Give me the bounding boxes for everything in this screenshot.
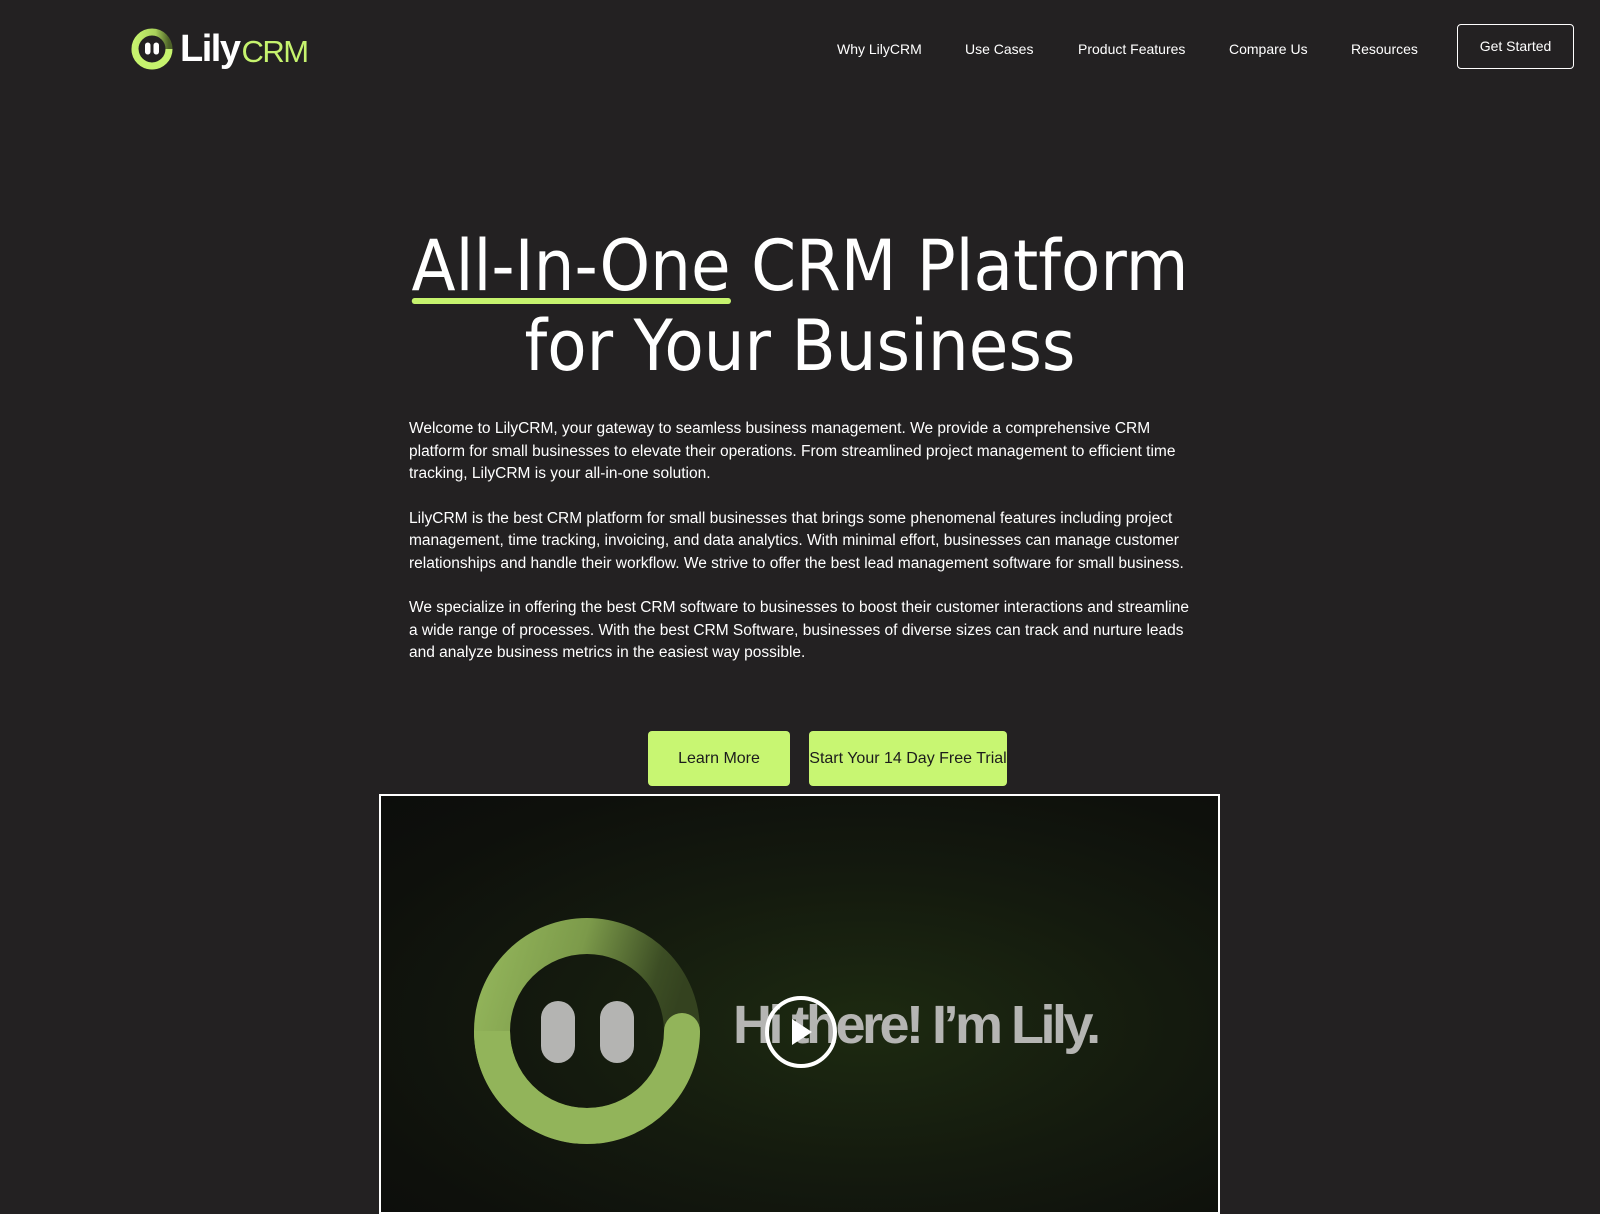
hero-description: Welcome to LilyCRM, your gateway to seam… [409,418,1199,687]
nav-resources[interactable]: Resources [1351,38,1418,60]
play-button[interactable] [765,996,837,1068]
site-header: Lily CRM Why LilyCRM Use Cases Product F… [0,0,1600,96]
nav-product-features[interactable]: Product Features [1078,38,1185,60]
description-paragraph: We specialize in offering the best CRM s… [409,599,1189,661]
lily-mascot-icon [474,918,700,1144]
get-started-button[interactable]: Get Started [1457,24,1574,69]
free-trial-button[interactable]: Start Your 14 Day Free Trial [809,731,1007,786]
page-title: All-In-One CRM Platform for Your Busines… [0,226,1600,386]
title-line-1-rest: CRM Platform [730,225,1189,307]
main-nav: Why LilyCRM Use Cases Product Features C… [0,38,1600,62]
nav-why-lilycrm[interactable]: Why LilyCRM [837,38,922,60]
title-line-2: for Your Business [524,305,1076,387]
nav-compare-us[interactable]: Compare Us [1229,38,1308,60]
description-paragraph: LilyCRM is the best CRM platform for sma… [409,509,1184,572]
intro-video-player[interactable]: Hi there! I’m Lily. [379,794,1220,1214]
learn-more-button[interactable]: Learn More [648,731,790,786]
title-line-1: All-In-One CRM Platform [64,226,1536,306]
title-highlight: All-In-One [411,225,731,307]
description-paragraph: Welcome to LilyCRM, your gateway to seam… [409,420,1176,482]
nav-use-cases[interactable]: Use Cases [965,38,1033,60]
play-icon [792,1019,812,1045]
